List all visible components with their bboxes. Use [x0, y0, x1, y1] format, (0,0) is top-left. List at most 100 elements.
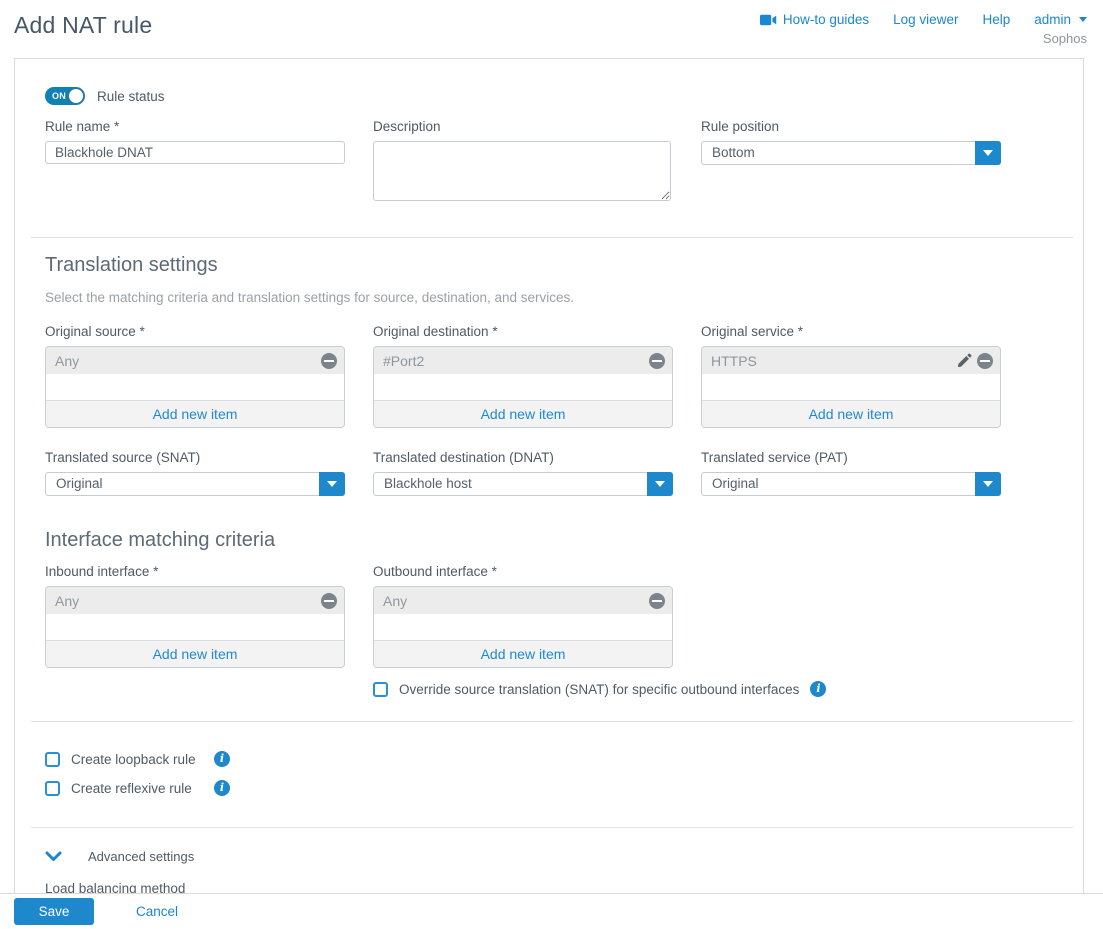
- log-viewer-link[interactable]: Log viewer: [893, 12, 958, 27]
- outbound-interface-add-item[interactable]: Add new item: [374, 640, 672, 667]
- caret-down-icon: [655, 481, 665, 487]
- outbound-interface-item: Any: [374, 587, 672, 614]
- inbound-interface-label: Inbound interface *: [45, 564, 345, 579]
- item-box-empty-area: [374, 374, 672, 400]
- howto-guides-link[interactable]: How-to guides: [760, 12, 869, 27]
- rule-position-label: Rule position: [701, 119, 1001, 134]
- rule-status-toggle[interactable]: ON: [45, 87, 85, 105]
- original-service-item: HTTPS: [702, 347, 1000, 374]
- original-destination-label: Original destination *: [373, 324, 673, 339]
- header-right: How-to guides Log viewer Help admin Soph…: [760, 12, 1087, 46]
- description-textarea[interactable]: [373, 141, 671, 201]
- inbound-interface-group: Inbound interface * Any Add new item: [45, 564, 345, 668]
- translated-source-select[interactable]: Original: [45, 472, 345, 496]
- remove-item-icon[interactable]: [321, 353, 337, 369]
- translated-service-value: Original: [702, 473, 1000, 495]
- create-loopback-label: Create loopback rule: [71, 752, 203, 767]
- translated-service-select[interactable]: Original: [701, 472, 1001, 496]
- translated-destination-caret-button[interactable]: [647, 472, 673, 496]
- admin-menu[interactable]: admin: [1034, 12, 1087, 27]
- help-link[interactable]: Help: [982, 12, 1010, 27]
- video-camera-icon: [760, 14, 777, 26]
- original-source-label: Original source *: [45, 324, 345, 339]
- rule-position-field-group: Rule position Bottom: [701, 119, 1001, 165]
- item-box-empty-area: [46, 614, 344, 640]
- brand-text: Sophos: [760, 31, 1087, 46]
- howto-guides-label: How-to guides: [783, 12, 869, 27]
- rule-name-field-group: Rule name *: [45, 119, 345, 164]
- create-reflexive-checkbox[interactable]: [45, 781, 60, 796]
- footer-action-bar: Save Cancel: [0, 893, 1103, 929]
- section-divider: [31, 827, 1073, 828]
- translated-source-value: Original: [46, 473, 344, 495]
- override-snat-label: Override source translation (SNAT) for s…: [399, 682, 799, 697]
- inbound-interface-box: Any Add new item: [45, 586, 345, 668]
- toggle-knob: [69, 89, 83, 103]
- rule-name-input[interactable]: [45, 141, 345, 164]
- translated-source-caret-button[interactable]: [319, 472, 345, 496]
- rule-position-select[interactable]: Bottom: [701, 141, 1001, 165]
- add-new-item-label: Add new item: [809, 406, 894, 422]
- add-new-item-label: Add new item: [481, 406, 566, 422]
- caret-down-icon: [983, 150, 993, 156]
- admin-label: admin: [1034, 12, 1071, 27]
- original-source-box: Any Add new item: [45, 346, 345, 428]
- original-source-add-item[interactable]: Add new item: [46, 400, 344, 427]
- item-value: HTTPS: [711, 353, 957, 369]
- translated-service-group: Translated service (PAT) Original: [701, 450, 1001, 496]
- remove-item-icon[interactable]: [649, 353, 665, 369]
- item-box-empty-area: [46, 374, 344, 400]
- caret-down-icon: [983, 481, 993, 487]
- add-new-item-label: Add new item: [153, 646, 238, 662]
- translated-source-label: Translated source (SNAT): [45, 450, 345, 465]
- item-value: #Port2: [383, 353, 649, 369]
- info-icon[interactable]: i: [214, 780, 230, 796]
- loopback-rule-row: Create loopback rule i: [45, 751, 1053, 767]
- add-new-item-label: Add new item: [481, 646, 566, 662]
- item-value: Any: [55, 353, 321, 369]
- original-service-add-item[interactable]: Add new item: [702, 400, 1000, 427]
- override-snat-checkbox[interactable]: [373, 682, 388, 697]
- translated-destination-group: Translated destination (DNAT) Blackhole …: [373, 450, 673, 496]
- item-box-empty-area: [702, 374, 1000, 400]
- translated-destination-value: Blackhole host: [374, 473, 672, 495]
- rule-position-caret-button[interactable]: [975, 141, 1001, 165]
- description-label: Description: [373, 119, 673, 134]
- save-button[interactable]: Save: [14, 898, 94, 925]
- help-label: Help: [982, 12, 1010, 27]
- remove-item-icon[interactable]: [977, 353, 993, 369]
- chevron-down-icon: [45, 851, 62, 862]
- create-loopback-checkbox[interactable]: [45, 752, 60, 767]
- interface-matching-heading: Interface matching criteria: [45, 529, 1053, 552]
- top-header: Add NAT rule How-to guides Log viewer He…: [0, 0, 1103, 46]
- inbound-interface-item: Any: [46, 587, 344, 614]
- inbound-interface-add-item[interactable]: Add new item: [46, 640, 344, 667]
- translated-destination-select[interactable]: Blackhole host: [373, 472, 673, 496]
- remove-item-icon[interactable]: [649, 593, 665, 609]
- translated-service-caret-button[interactable]: [975, 472, 1001, 496]
- advanced-settings-toggle[interactable]: Advanced settings: [45, 849, 1053, 864]
- info-icon[interactable]: i: [810, 681, 826, 697]
- edit-item-pencil-icon[interactable]: [957, 353, 972, 368]
- original-source-group: Original source * Any Add new item: [45, 324, 345, 428]
- advanced-settings-label: Advanced settings: [88, 849, 194, 864]
- add-nat-rule-form-card: ON Rule status Rule name * Description R…: [14, 58, 1084, 929]
- item-value: Any: [383, 593, 649, 609]
- section-divider: [31, 721, 1073, 722]
- remove-item-icon[interactable]: [321, 593, 337, 609]
- outbound-interface-label: Outbound interface *: [373, 564, 673, 579]
- original-service-label: Original service *: [701, 324, 1001, 339]
- description-field-group: Description: [373, 119, 673, 204]
- info-icon[interactable]: i: [214, 751, 230, 767]
- outbound-interface-group: Outbound interface * Any Add new item: [373, 564, 673, 668]
- item-value: Any: [55, 593, 321, 609]
- log-viewer-label: Log viewer: [893, 12, 958, 27]
- original-destination-box: #Port2 Add new item: [373, 346, 673, 428]
- rule-name-label: Rule name *: [45, 119, 345, 134]
- cancel-button[interactable]: Cancel: [136, 904, 178, 919]
- section-divider: [31, 237, 1073, 238]
- original-destination-add-item[interactable]: Add new item: [374, 400, 672, 427]
- translation-settings-heading: Translation settings: [45, 254, 1053, 277]
- translation-settings-subtitle: Select the matching criteria and transla…: [45, 290, 1053, 305]
- caret-down-icon: [327, 481, 337, 487]
